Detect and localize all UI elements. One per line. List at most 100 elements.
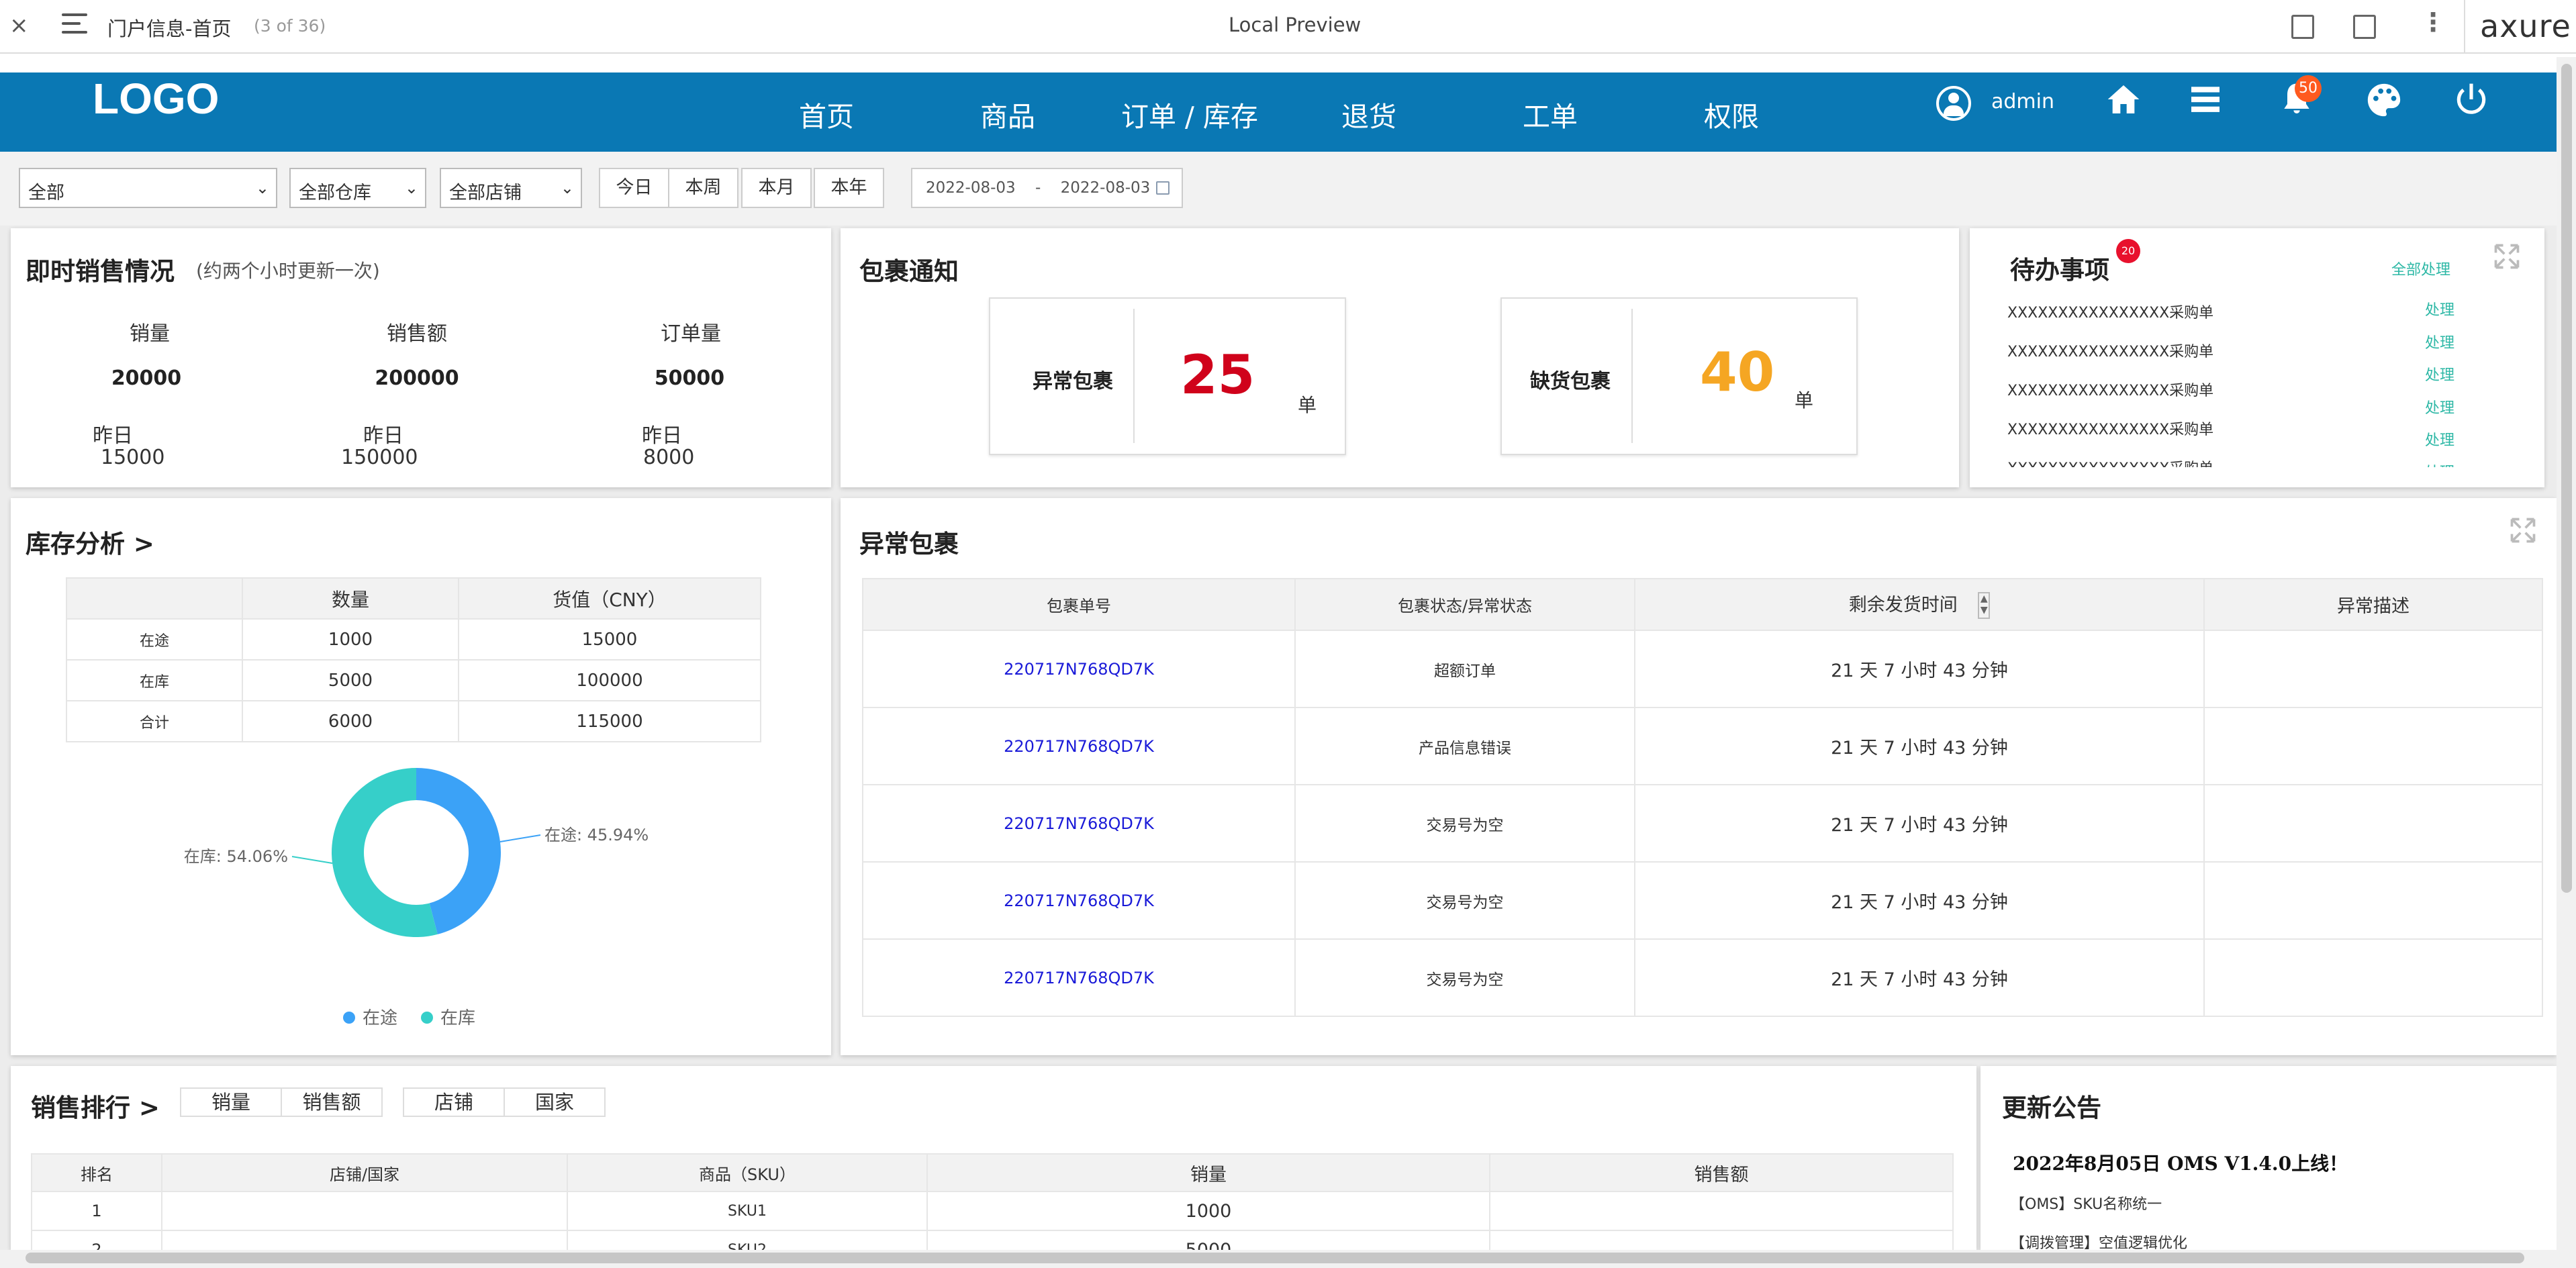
sales-amount-yesterday-label: 昨日 <box>363 424 403 448</box>
table-row: 220717N768QD7K 产品信息错误 21 天 7 小时 43 分钟 <box>862 707 2543 785</box>
table-cell: 21 天 7 小时 43 分钟 <box>1634 784 2205 863</box>
expand-icon[interactable] <box>2508 516 2538 545</box>
sales-amount-label: 销售额 <box>387 322 447 346</box>
list-menu-icon[interactable] <box>2185 81 2226 124</box>
table-cell: 21 天 7 小时 43 分钟 <box>1634 707 2205 785</box>
table-cell: 21 天 7 小时 43 分钟 <box>1634 630 2205 708</box>
shortage-parcel-label: 缺货包裹 <box>1530 370 1611 393</box>
sort-icon[interactable]: ▲ ▼ <box>1978 592 1991 620</box>
inventory-title[interactable]: 库存分析 > <box>26 524 154 560</box>
calendar-icon[interactable] <box>1156 181 1170 195</box>
period-week-button[interactable]: 本周 <box>668 168 738 208</box>
parcel-number-link[interactable]: 220717N768QD7K <box>862 784 1296 863</box>
horizontal-scroll-thumb[interactable] <box>26 1253 2524 1263</box>
column-header: 销量 <box>926 1153 1490 1192</box>
store-select-value: 全部店铺 <box>449 183 522 203</box>
parcel-number-link[interactable]: 220717N768QD7K <box>862 707 1296 785</box>
table-cell: 15000 <box>458 618 761 661</box>
category-select[interactable]: 全部 ⌄ <box>19 168 277 208</box>
donut-data-label: 在途: 45.94% <box>544 826 649 844</box>
order-count-yesterday-label: 昨日 <box>642 424 682 448</box>
table-cell: 交易号为空 <box>1294 784 1635 863</box>
todo-process-link[interactable]: 处理 <box>2425 396 2454 418</box>
vertical-scroll-thumb[interactable] <box>2561 64 2572 893</box>
tab-country[interactable]: 国家 <box>504 1087 606 1117</box>
column-header: 货值（CNY） <box>458 577 761 620</box>
abnormal-parcel-count: 25 <box>1180 344 1255 406</box>
legend-label[interactable]: 在库 <box>440 1008 475 1028</box>
warehouse-select[interactable]: 全部仓库 ⌄ <box>289 168 426 208</box>
page-count: (3 of 36) <box>254 16 326 36</box>
todo-process-link[interactable]: 处理 <box>2425 331 2454 352</box>
parcel-number-link[interactable]: 220717N768QD7K <box>862 861 1296 940</box>
table-cell: 交易号为空 <box>1294 938 1635 1017</box>
column-header: 包裹状态/异常状态 <box>1294 578 1635 631</box>
column-header: 店铺/国家 <box>161 1153 568 1192</box>
todo-process-link[interactable]: 处理 <box>2425 298 2454 320</box>
nav-returns[interactable]: 退货 <box>1341 94 1396 134</box>
username[interactable]: admin <box>1991 90 2054 113</box>
donut-data-label: 在库: 54.06% <box>184 847 288 866</box>
column-header-sortable[interactable]: 剩余发货时间 ▲ ▼ <box>1634 578 2205 631</box>
inventory-table: 数量 货值（CNY） 在途 1000 15000 在库 5000 100000 … <box>66 577 761 742</box>
date-range-input[interactable]: 2022-08-03 - 2022-08-03 <box>911 168 1183 208</box>
notice-headline[interactable]: 2022年8月05日 OMS V1.4.0上线！ <box>2013 1149 2348 1176</box>
palette-icon[interactable] <box>2363 81 2405 124</box>
card-divider <box>1133 309 1135 443</box>
table-cell: 21 天 7 小时 43 分钟 <box>1634 861 2205 940</box>
app-header <box>0 72 2557 152</box>
column-header: 包裹单号 <box>862 578 1296 631</box>
chevron-down-icon: ⌄ <box>255 179 269 197</box>
nav-products[interactable]: 商品 <box>980 94 1035 134</box>
process-all-link[interactable]: 全部处理 <box>2391 258 2450 279</box>
table-row: 220717N768QD7K 交易号为空 21 天 7 小时 43 分钟 <box>862 938 2543 1017</box>
todo-item: XXXXXXXXXXXXXXXX采购单 <box>2007 422 2214 438</box>
more-icon[interactable]: ⋮ <box>2420 9 2446 35</box>
sales-ranking-title[interactable]: 销售排行 > <box>31 1087 160 1124</box>
home-icon[interactable] <box>2103 81 2144 124</box>
warehouse-select-value: 全部仓库 <box>299 183 371 203</box>
period-today-button[interactable]: 今日 <box>599 168 669 208</box>
tab-store[interactable]: 店铺 <box>403 1087 505 1117</box>
parcel-notice-title: 包裹通知 <box>859 257 959 286</box>
abnormal-parcel-label: 异常包裹 <box>1033 370 1113 393</box>
sales-volume-yesterday-label: 昨日 <box>93 424 133 448</box>
period-year-button[interactable]: 本年 <box>814 168 884 208</box>
tab-sales-amount[interactable]: 销售额 <box>281 1087 383 1117</box>
preview-toolbar: × 门户信息-首页 (3 of 36) Local Preview ⋮ axur… <box>0 0 2576 54</box>
todo-process-link[interactable]: 处理 <box>2425 428 2454 450</box>
nav-home[interactable]: 首页 <box>799 94 854 134</box>
store-select[interactable]: 全部店铺 ⌄ <box>440 168 582 208</box>
nav-permissions[interactable]: 权限 <box>1704 94 1759 134</box>
donut-label-line <box>291 856 333 865</box>
column-header: 销售额 <box>1489 1153 1954 1192</box>
power-icon[interactable] <box>2450 81 2492 124</box>
period-month-button[interactable]: 本月 <box>741 168 812 208</box>
parcel-number-link[interactable]: 220717N768QD7K <box>862 938 1296 1017</box>
table-cell <box>1489 1230 1954 1250</box>
nav-orders-inventory[interactable]: 订单 / 库存 <box>1121 94 1258 134</box>
update-notice-title: 更新公告 <box>2002 1093 2101 1122</box>
nav-tickets[interactable]: 工单 <box>1523 94 1578 134</box>
todo-list: XXXXXXXXXXXXXXXX采购单 处理 XXXXXXXXXXXXXXXX采… <box>2007 295 2531 467</box>
table-row: 220717N768QD7K 交易号为空 21 天 7 小时 43 分钟 <box>862 861 2543 940</box>
notes-icon[interactable] <box>2291 15 2314 39</box>
tab-sales-volume[interactable]: 销量 <box>180 1087 282 1117</box>
share-icon[interactable] <box>2353 15 2376 39</box>
table-cell <box>161 1191 568 1231</box>
parcel-number-link[interactable]: 220717N768QD7K <box>862 630 1296 708</box>
todo-process-link[interactable]: 处理 <box>2425 363 2454 385</box>
table-row: 合计 6000 115000 <box>66 700 761 742</box>
user-avatar-icon[interactable] <box>1936 86 1971 121</box>
shortage-parcel-count: 40 <box>1700 341 1775 403</box>
table-cell: 1000 <box>242 618 459 661</box>
todo-title: 待办事项 <box>2010 256 2109 285</box>
menu-icon[interactable] <box>62 13 87 36</box>
legend-label[interactable]: 在途 <box>363 1008 397 1028</box>
column-header: 数量 <box>242 577 459 620</box>
close-icon[interactable]: × <box>9 12 29 39</box>
expand-icon[interactable] <box>2492 242 2522 271</box>
chevron-down-icon: ⌄ <box>560 179 574 197</box>
todo-process-link[interactable]: 处理 <box>2425 460 2454 467</box>
axure-logo: axure <box>2480 8 2571 44</box>
